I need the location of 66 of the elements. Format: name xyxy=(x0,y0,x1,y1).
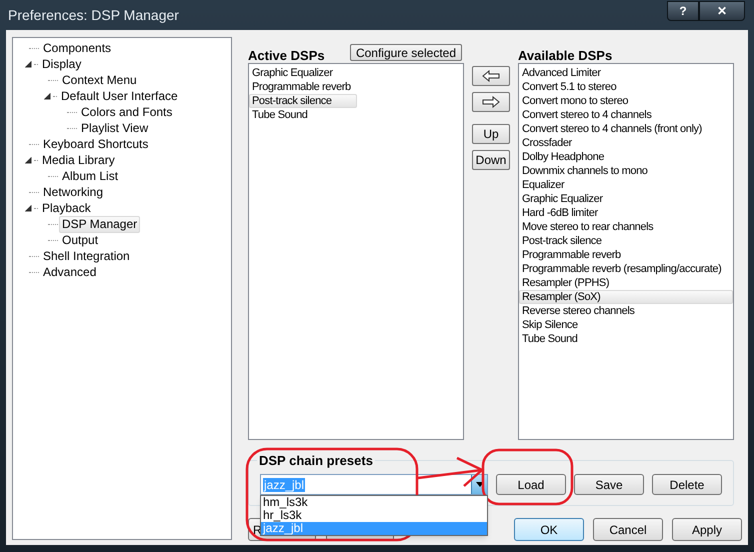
list-item[interactable]: Dolby Headphone xyxy=(519,150,733,164)
down-button[interactable]: Down xyxy=(472,150,510,170)
list-item[interactable]: Convert 5.1 to stereo xyxy=(519,80,733,94)
list-item[interactable]: Downmix channels to mono xyxy=(519,164,733,178)
list-item[interactable]: Graphic Equalizer xyxy=(519,192,733,206)
tree-item[interactable]: Default User Interface xyxy=(58,88,181,104)
list-item[interactable]: Convert mono to stereo xyxy=(519,94,733,108)
tree-item[interactable]: DSP Manager xyxy=(59,216,140,232)
expanded-triangle-icon[interactable] xyxy=(25,204,32,212)
dropdown-option[interactable]: hm_ls3k xyxy=(261,496,487,509)
list-item[interactable]: Equalizer xyxy=(519,178,733,192)
expanded-triangle-icon[interactable] xyxy=(25,60,32,68)
expanded-triangle-icon[interactable] xyxy=(44,92,51,100)
annotation-arrow xyxy=(418,456,484,487)
list-item[interactable]: Tube Sound xyxy=(519,332,733,346)
list-item[interactable]: Programmable reverb xyxy=(249,80,376,94)
tree-item[interactable]: Shell Integration xyxy=(40,248,133,264)
combo-value: jazz_jbl xyxy=(263,478,306,492)
expanded-triangle-icon[interactable] xyxy=(25,156,32,164)
tree-item[interactable]: Components xyxy=(40,40,114,56)
help-button[interactable]: ? xyxy=(667,1,699,21)
tree-item[interactable]: Context Menu xyxy=(59,72,140,88)
window-title: Preferences: DSP Manager xyxy=(8,6,179,25)
right-arrow-icon xyxy=(482,96,500,108)
list-item[interactable]: Tube Sound xyxy=(249,108,333,122)
dialog-button[interactable]: OK xyxy=(514,518,584,541)
list-item[interactable]: Skip Silence xyxy=(519,318,733,332)
up-button[interactable]: Up xyxy=(472,124,510,144)
tree-item[interactable]: Colors and Fonts xyxy=(78,104,176,120)
dialog-button[interactable]: Cancel xyxy=(593,518,663,541)
list-item[interactable]: Convert stereo to 4 channels xyxy=(519,108,733,122)
preset-button[interactable]: Load xyxy=(496,474,566,495)
list-item[interactable]: Advanced Limiter xyxy=(519,66,733,80)
tree-item[interactable]: Media Library xyxy=(39,152,118,168)
list-item[interactable]: Crossfader xyxy=(519,136,733,150)
tree-item[interactable]: Advanced xyxy=(40,264,100,280)
tree-item[interactable]: Keyboard Shortcuts xyxy=(40,136,152,152)
tree-item[interactable]: Display xyxy=(39,56,84,72)
list-item[interactable]: Programmable reverb xyxy=(519,248,733,262)
section-title: Available DSPs xyxy=(518,46,612,65)
tree-item[interactable]: Album List xyxy=(59,168,122,184)
dialog-button[interactable]: Apply xyxy=(672,518,742,541)
close-button[interactable]: ✕ xyxy=(699,1,745,21)
configure-button[interactable]: Configure selected xyxy=(350,44,462,61)
list-item[interactable]: Reverse stereo channels xyxy=(519,304,733,318)
list-item[interactable]: Convert stereo to 4 channels (front only) xyxy=(519,122,733,136)
tree-item[interactable]: Playlist View xyxy=(78,120,152,136)
preset-button[interactable]: Save xyxy=(574,474,644,495)
list-item[interactable]: Hard -6dB limiter xyxy=(519,206,733,220)
tree-item[interactable]: Playback xyxy=(39,200,94,216)
list-item[interactable]: Post-track silence xyxy=(519,234,733,248)
caret-icon xyxy=(476,482,484,487)
list-item[interactable]: Resampler (SoX) xyxy=(519,290,733,304)
section-title: Active DSPs xyxy=(248,46,325,65)
list-item[interactable]: Post-track silence xyxy=(249,94,357,108)
list-item[interactable]: Graphic Equalizer xyxy=(249,66,358,80)
move-right-button[interactable] xyxy=(472,92,510,112)
list-item[interactable]: Resampler (PPHS) xyxy=(519,276,733,290)
dropdown-option[interactable]: hr_ls3k xyxy=(261,509,487,522)
move-left-button[interactable] xyxy=(472,66,510,86)
tree-item[interactable]: Output xyxy=(59,232,102,248)
list-item[interactable]: Programmable reverb (resampling/accurate) xyxy=(519,262,733,276)
tree-item[interactable]: Networking xyxy=(40,184,106,200)
left-arrow-icon xyxy=(482,70,500,82)
preset-button[interactable]: Delete xyxy=(652,474,722,495)
list-item[interactable]: Move stereo to rear channels xyxy=(519,220,733,234)
